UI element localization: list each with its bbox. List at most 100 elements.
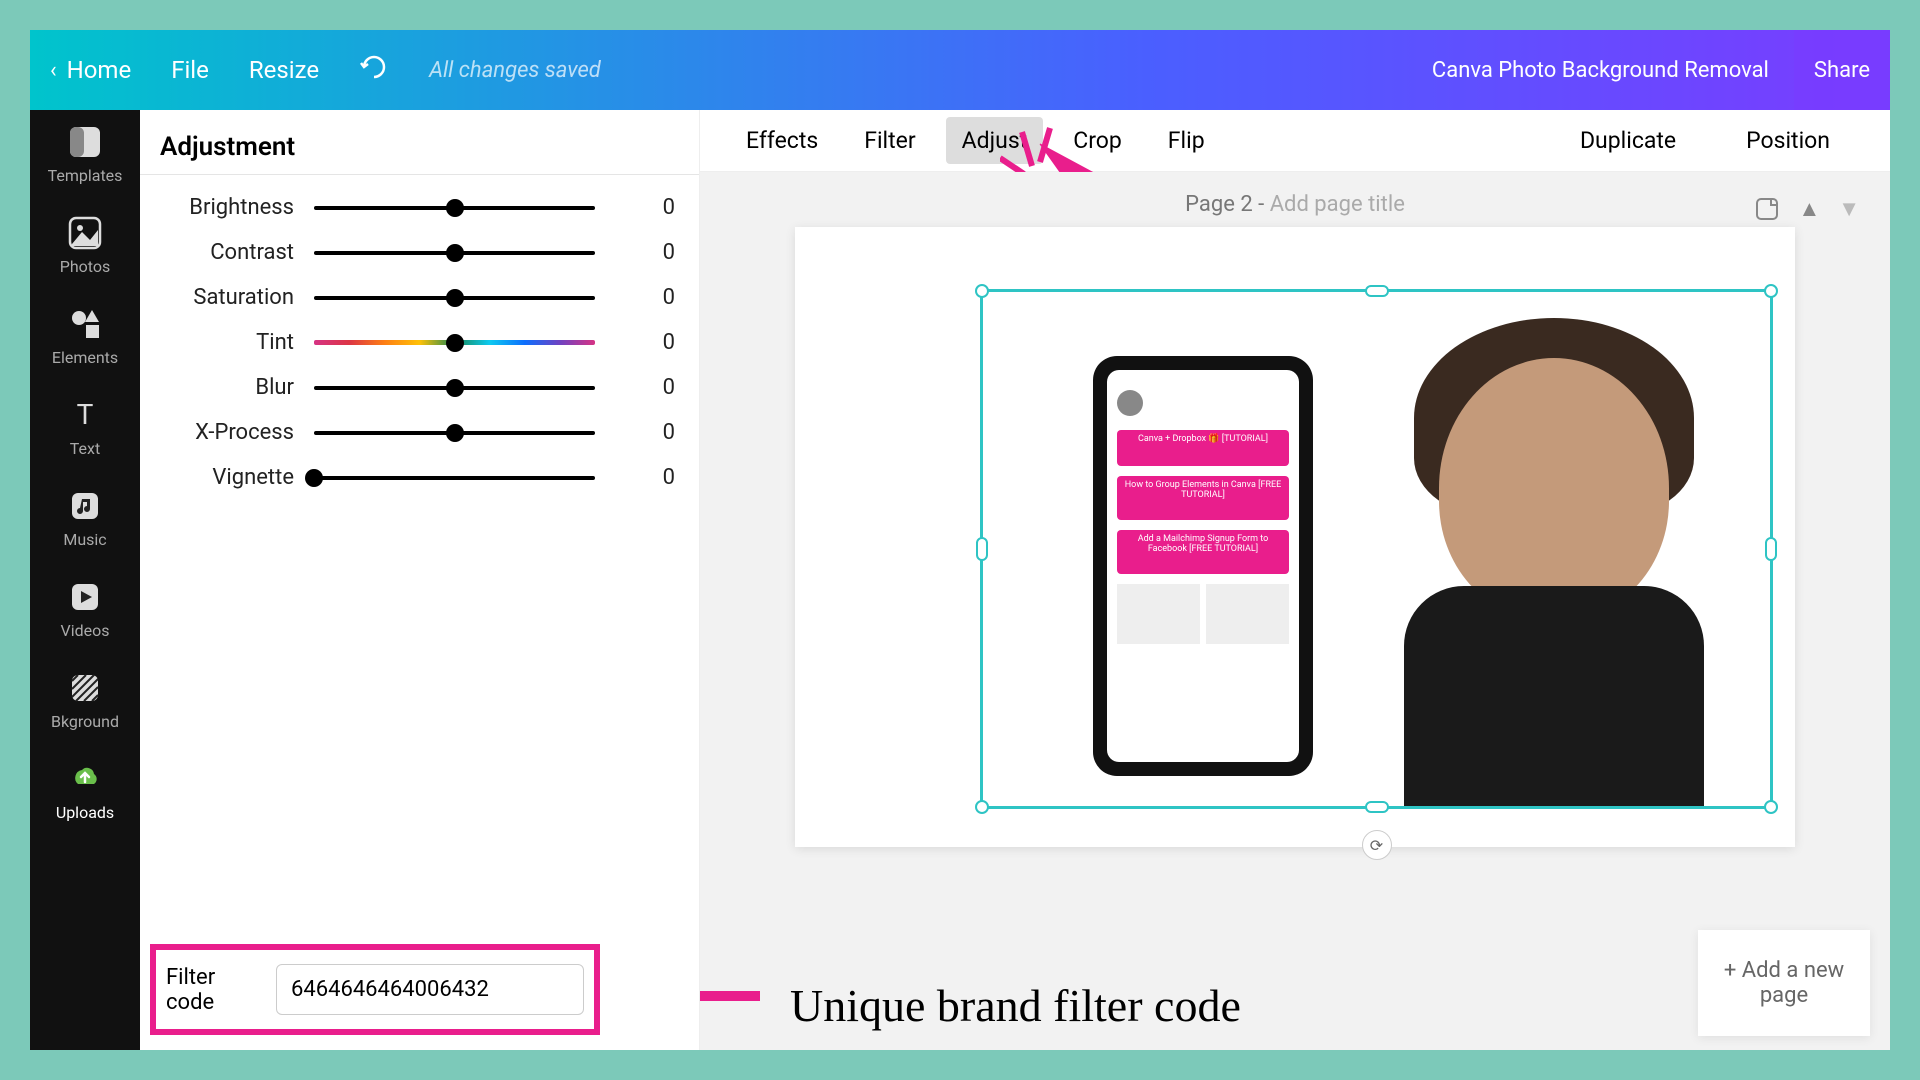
slider-track[interactable] bbox=[314, 431, 595, 435]
slider-contrast: Contrast 0 bbox=[140, 230, 699, 275]
slider-track[interactable] bbox=[314, 476, 595, 480]
slider-track[interactable] bbox=[314, 386, 595, 390]
rail-label: Videos bbox=[61, 621, 110, 640]
resize-handle-lm[interactable] bbox=[976, 537, 988, 561]
rail-text[interactable]: T Text bbox=[65, 395, 105, 458]
page-up-icon[interactable]: ▲ bbox=[1798, 196, 1820, 226]
phone-item: How to Group Elements in Canva [FREE TUT… bbox=[1117, 476, 1289, 520]
rail-templates[interactable]: Templates bbox=[48, 122, 123, 185]
home-button[interactable]: ‹ Home bbox=[50, 56, 131, 84]
resize-handle-tr[interactable] bbox=[1764, 284, 1778, 298]
undo-icon bbox=[359, 55, 389, 79]
rail-music[interactable]: Music bbox=[63, 486, 106, 549]
rail-photos[interactable]: Photos bbox=[60, 213, 111, 276]
slider-value: 0 bbox=[615, 420, 675, 445]
filter-code-input[interactable] bbox=[276, 964, 584, 1015]
save-status: All changes saved bbox=[429, 58, 601, 83]
slider-thumb[interactable] bbox=[305, 469, 323, 487]
divider bbox=[140, 174, 699, 175]
slider-value: 0 bbox=[615, 195, 675, 220]
page-down-icon[interactable]: ▼ bbox=[1838, 196, 1860, 226]
page-title-hint[interactable]: Add page title bbox=[1270, 192, 1405, 217]
slider-track[interactable] bbox=[314, 206, 595, 210]
rail-label: Text bbox=[70, 439, 100, 458]
rail-uploads[interactable]: Uploads bbox=[56, 759, 114, 822]
slider-label: X-Process bbox=[164, 420, 294, 445]
phone-item: Canva + Dropbox 🎁 [TUTORIAL] bbox=[1117, 430, 1289, 466]
canvas-page[interactable]: Canva + Dropbox 🎁 [TUTORIAL] How to Grou… bbox=[795, 227, 1795, 847]
page-controls: ▲ ▼ bbox=[1754, 196, 1860, 226]
rail-bkground[interactable]: Bkground bbox=[51, 668, 119, 731]
slider-label: Saturation bbox=[164, 285, 294, 310]
slider-label: Tint bbox=[164, 330, 294, 355]
resize-handle-bm[interactable] bbox=[1365, 801, 1389, 813]
slider-blur: Blur0 bbox=[140, 365, 699, 410]
svg-text:T: T bbox=[77, 398, 94, 431]
resize-handle-rm[interactable] bbox=[1765, 537, 1777, 561]
slider-brightness: Brightness 0 bbox=[140, 185, 699, 230]
person-illustration bbox=[1337, 318, 1770, 806]
slider-xprocess: X-Process 0 bbox=[140, 410, 699, 455]
annotation-filter-code-text: Unique brand filter code bbox=[790, 979, 1241, 1032]
slider-thumb[interactable] bbox=[446, 289, 464, 307]
chevron-left-icon: ‹ bbox=[50, 58, 57, 83]
rail-label: Music bbox=[63, 530, 106, 549]
tab-crop[interactable]: Crop bbox=[1057, 117, 1138, 164]
share-button[interactable]: Share bbox=[1794, 30, 1890, 110]
slider-label: Contrast bbox=[164, 240, 294, 265]
file-menu[interactable]: File bbox=[171, 56, 209, 84]
left-rail: Templates Photos Elements T Text Music V… bbox=[30, 110, 140, 1050]
undo-button[interactable] bbox=[359, 55, 389, 85]
slider-value: 0 bbox=[615, 285, 675, 310]
rail-elements[interactable]: Elements bbox=[52, 304, 118, 367]
resize-handle-tl[interactable] bbox=[975, 284, 989, 298]
filter-code-box: Filter code bbox=[150, 944, 600, 1035]
music-icon bbox=[65, 486, 105, 526]
slider-thumb[interactable] bbox=[446, 334, 464, 352]
slider-label: Blur bbox=[164, 375, 294, 400]
duplicate-button[interactable]: Duplicate bbox=[1564, 117, 1692, 164]
canvas-scroll[interactable]: Page 2 - Add page title ▲ ▼ Canva + Dro bbox=[700, 172, 1890, 1050]
rail-videos[interactable]: Videos bbox=[61, 577, 110, 640]
image-tool-strip: Effects Filter Adjust Crop Flip Duplicat… bbox=[700, 110, 1890, 172]
tab-adjust[interactable]: Adjust bbox=[946, 117, 1044, 164]
slider-track[interactable] bbox=[314, 340, 595, 345]
slider-tint: Tint0 bbox=[140, 320, 699, 365]
tab-filter[interactable]: Filter bbox=[848, 117, 931, 164]
document-title[interactable]: Canva Photo Background Removal bbox=[1432, 58, 1769, 83]
add-page-button[interactable]: + Add a new page bbox=[1698, 930, 1870, 1036]
position-button[interactable]: Position bbox=[1730, 117, 1846, 164]
resize-handle-br[interactable] bbox=[1764, 800, 1778, 814]
rail-label: Uploads bbox=[56, 803, 114, 822]
filter-code-label: Filter code bbox=[166, 965, 256, 1015]
slider-thumb[interactable] bbox=[446, 244, 464, 262]
tab-flip[interactable]: Flip bbox=[1152, 117, 1221, 164]
rotate-handle[interactable]: ⟳ bbox=[1362, 830, 1392, 860]
elements-icon bbox=[65, 304, 105, 344]
tab-effects[interactable]: Effects bbox=[730, 117, 834, 164]
slider-saturation: Saturation 0 bbox=[140, 275, 699, 320]
templates-icon bbox=[65, 122, 105, 162]
videos-icon bbox=[65, 577, 105, 617]
slider-thumb[interactable] bbox=[446, 424, 464, 442]
phone-item: Add a Mailchimp Signup Form to Facebook … bbox=[1117, 530, 1289, 574]
page-label[interactable]: Page 2 - Add page title bbox=[700, 192, 1890, 217]
selected-image[interactable]: Canva + Dropbox 🎁 [TUTORIAL] How to Grou… bbox=[980, 289, 1773, 809]
panel-title: Adjustment bbox=[140, 110, 699, 174]
slider-thumb[interactable] bbox=[446, 379, 464, 397]
slider-track[interactable] bbox=[314, 296, 595, 300]
resize-handle-tm[interactable] bbox=[1365, 285, 1389, 297]
resize-menu[interactable]: Resize bbox=[249, 56, 319, 84]
slider-track[interactable] bbox=[314, 251, 595, 255]
photos-icon bbox=[65, 213, 105, 253]
home-label: Home bbox=[67, 56, 132, 84]
resize-handle-bl[interactable] bbox=[975, 800, 989, 814]
notes-icon[interactable] bbox=[1754, 196, 1780, 226]
slider-vignette: Vignette0 bbox=[140, 455, 699, 500]
slider-value: 0 bbox=[615, 240, 675, 265]
phone-illustration: Canva + Dropbox 🎁 [TUTORIAL] How to Grou… bbox=[1093, 356, 1313, 776]
slider-label: Brightness bbox=[164, 195, 294, 220]
photo-content: Canva + Dropbox 🎁 [TUTORIAL] How to Grou… bbox=[983, 292, 1770, 806]
slider-thumb[interactable] bbox=[446, 199, 464, 217]
adjustment-panel: Adjustment Brightness0Contrast0Saturatio… bbox=[140, 110, 700, 1050]
